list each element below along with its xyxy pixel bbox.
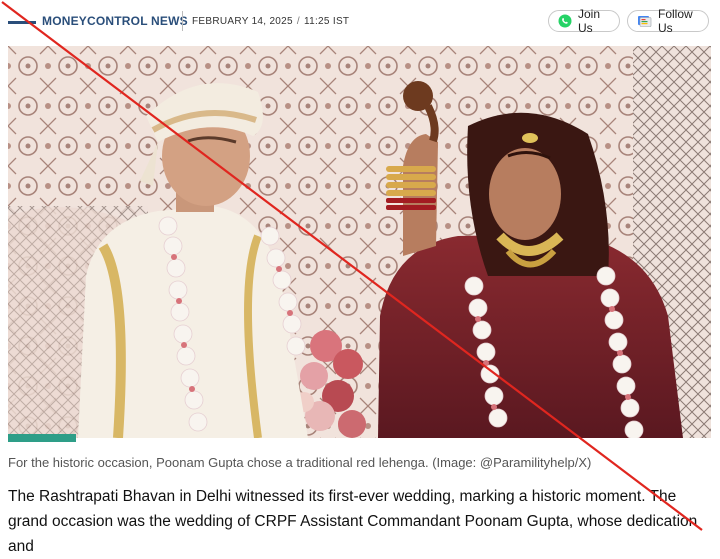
brand-name[interactable]: MONEYCONTROL NEWS (42, 14, 188, 28)
article-header: MONEYCONTROL NEWS FEBRUARY 14, 2025/ 11:2… (0, 0, 720, 44)
caption-accent-bar (8, 434, 76, 442)
follow-us-label: Follow Us (658, 7, 693, 35)
publish-time: 11:25 IST (304, 16, 350, 27)
dateline: FEBRUARY 14, 2025/ 11:25 IST (192, 16, 349, 27)
follow-us-button[interactable]: Follow Us (627, 7, 709, 35)
publish-date: FEBRUARY 14, 2025 (192, 16, 293, 27)
header-divider (182, 11, 183, 31)
google-news-icon (637, 14, 652, 28)
whatsapp-icon (558, 14, 572, 28)
article-body: The Rashtrapati Bhavan in Delhi witnesse… (8, 488, 698, 555)
join-us-label: Join Us (578, 7, 601, 35)
brand-accent-line (8, 21, 36, 24)
wedding-photo (8, 46, 711, 438)
image-caption: For the historic occasion, Poonam Gupta … (8, 455, 592, 470)
join-us-button[interactable]: Join Us (548, 7, 620, 35)
date-separator: / (296, 16, 300, 27)
